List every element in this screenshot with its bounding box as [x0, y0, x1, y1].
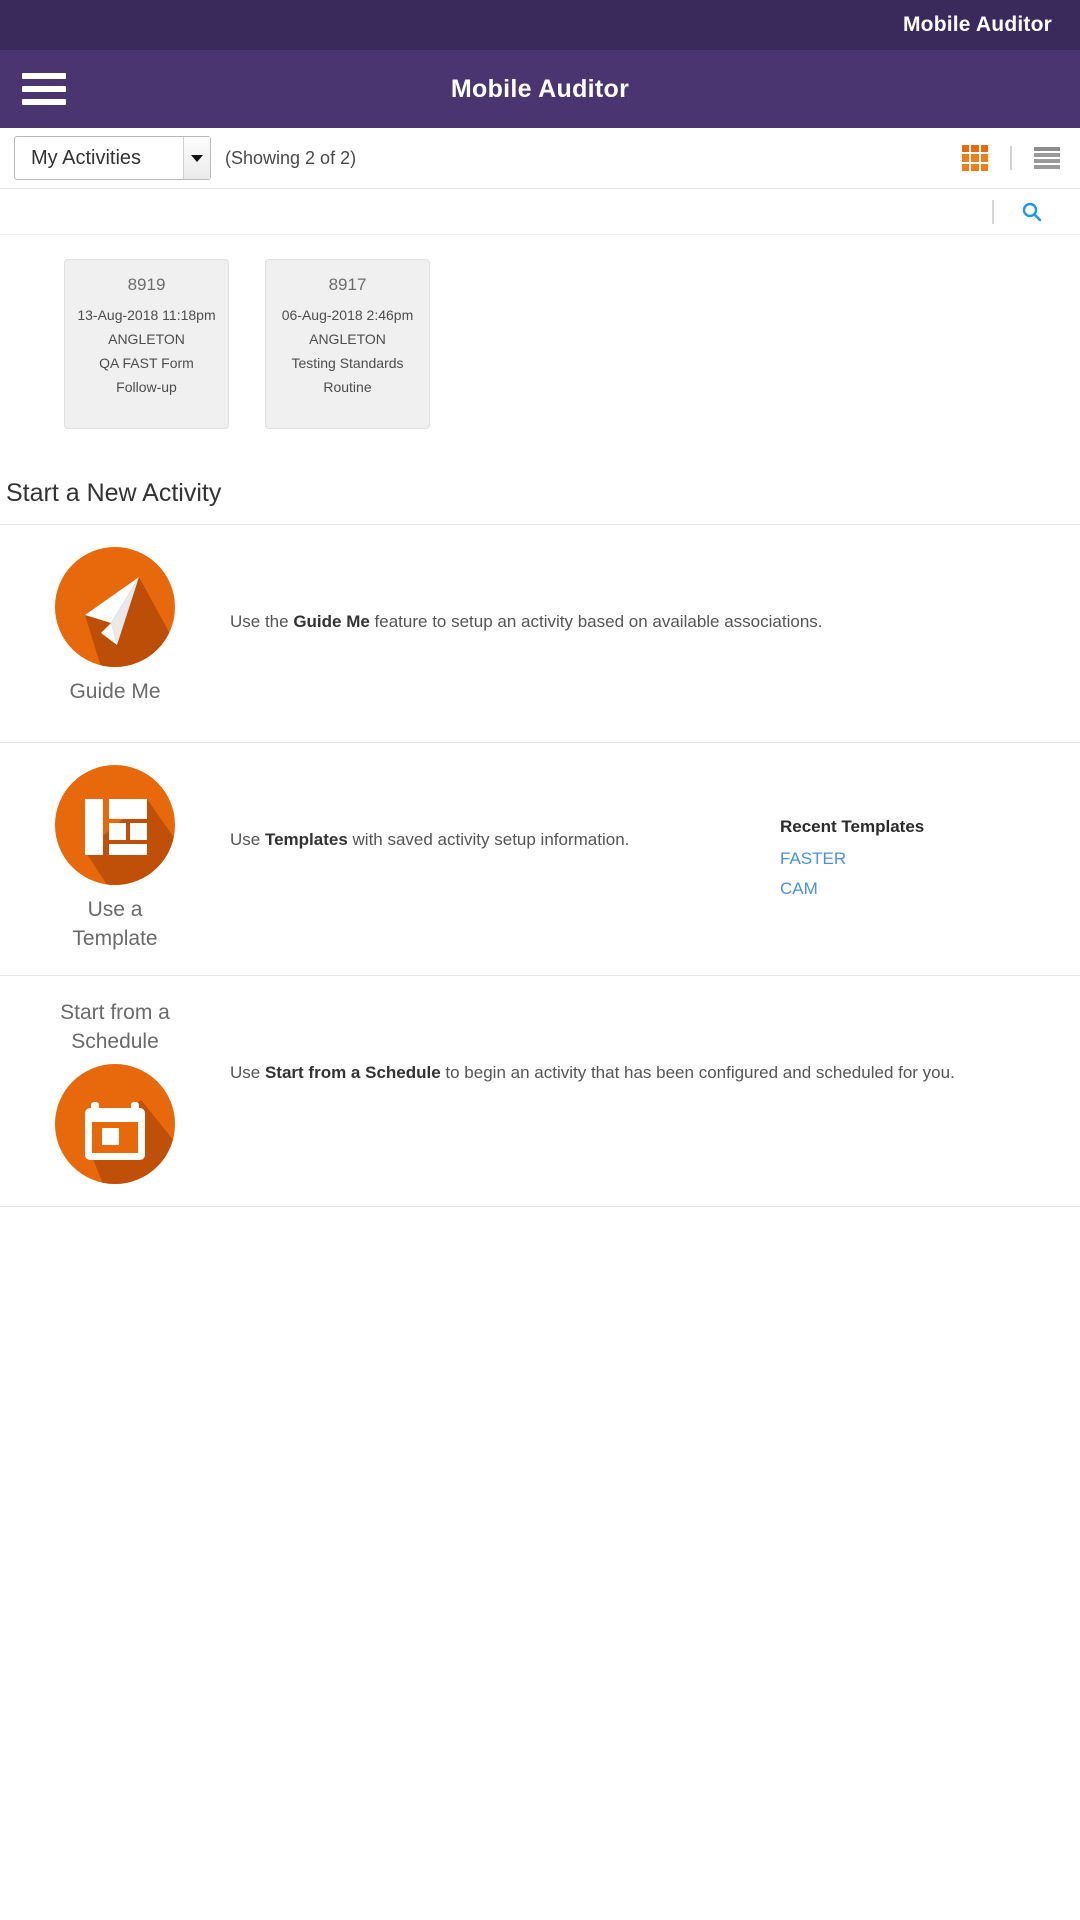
activity-card[interactable]: 8919 13-Aug-2018 11:18pm ANGLETON QA FAS… [64, 259, 229, 429]
calendar-glyph [85, 1100, 175, 1184]
guide-me-desc-pre: Use the [230, 612, 294, 631]
activity-location: ANGLETON [108, 331, 185, 347]
activity-id: 8919 [127, 275, 166, 294]
page-title: Mobile Auditor [450, 74, 630, 103]
layout-grid-icon[interactable] [55, 765, 175, 885]
activity-type: Routine [323, 379, 372, 395]
paper-plane-icon[interactable] [55, 547, 175, 667]
guide-me-desc-post: feature to setup an activity based on av… [369, 612, 823, 631]
guide-me-desc-bold: Guide Me [293, 612, 370, 631]
activity-id: 8917 [328, 275, 367, 294]
schedule-desc-post: to begin an activity that has been confi… [440, 1063, 955, 1082]
hamburger-icon[interactable] [22, 73, 86, 105]
activity-datetime: 06-Aug-2018 2:46pm [281, 307, 414, 323]
new-activity-section-header: Start a New Activity [0, 465, 1080, 525]
guide-me-description: Use the Guide Me feature to setup an act… [230, 547, 1080, 635]
toolbar-divider [1010, 146, 1012, 170]
template-label-line1: Use a [87, 898, 143, 921]
schedule-icon-col: Start from a Schedule [0, 998, 230, 1184]
showing-count-label: (Showing 2 of 2) [225, 147, 357, 168]
recent-templates-title: Recent Templates [780, 817, 925, 836]
list-view-icon[interactable] [1034, 147, 1060, 169]
recent-templates-panel: Recent Templates FASTER CAM [780, 765, 1080, 904]
search-divider [992, 199, 994, 224]
guide-me-row[interactable]: Guide Me Use the Guide Me feature to set… [0, 525, 1080, 743]
schedule-desc-bold: Start from a Schedule [264, 1063, 441, 1082]
activity-filter-value: My Activities [31, 146, 142, 169]
use-template-row[interactable]: Use a Template Use Templates with saved … [0, 743, 1080, 976]
activity-form: QA FAST Form [99, 355, 194, 371]
calendar-icon[interactable] [55, 1064, 175, 1184]
layout-grid-glyph [85, 799, 175, 885]
top-strip-title: Mobile Auditor [902, 13, 1052, 36]
template-icon-col: Use a Template [0, 765, 230, 953]
activity-form: Testing Standards [291, 355, 404, 371]
section-title: Start a New Activity [6, 479, 222, 507]
schedule-desc-pre: Use [230, 1063, 265, 1082]
filter-toolbar: My Activities (Showing 2 of 2) [0, 128, 1080, 189]
guide-me-label: Guide Me [69, 680, 161, 703]
template-label: Use a Template [72, 895, 157, 953]
hamburger-bar [22, 73, 66, 79]
template-desc-bold: Templates [264, 830, 348, 849]
activity-type: Follow-up [116, 379, 177, 395]
caret-shape [191, 154, 203, 162]
hamburger-bar [22, 86, 66, 92]
search-row [0, 189, 1080, 235]
schedule-label-line1: Start from a [60, 1001, 170, 1024]
activity-card[interactable]: 8917 06-Aug-2018 2:46pm ANGLETON Testing… [265, 259, 430, 429]
start-from-schedule-row[interactable]: Start from a Schedule Use Start from a S… [0, 976, 1080, 1207]
activity-filter-select[interactable]: My Activities [14, 136, 211, 180]
activity-location: ANGLETON [309, 331, 386, 347]
search-glyph [1022, 202, 1042, 221]
view-toggle-group [962, 145, 1060, 171]
hamburger-bar [22, 99, 66, 105]
activity-card-list: 8919 13-Aug-2018 11:18pm ANGLETON QA FAS… [0, 235, 1080, 465]
top-status-strip: Mobile Auditor [0, 0, 1080, 50]
chevron-down-icon[interactable] [183, 137, 210, 179]
template-label-line2: Template [72, 927, 158, 950]
paper-plane-glyph [85, 577, 175, 667]
guide-me-icon-col: Guide Me [0, 547, 230, 706]
app-bar: Mobile Auditor [0, 50, 1080, 128]
recent-template-link[interactable]: CAM [780, 874, 1080, 904]
schedule-description: Use Start from a Schedule to begin an ac… [230, 998, 1080, 1086]
template-desc-pre: Use [230, 830, 265, 849]
activity-datetime: 13-Aug-2018 11:18pm [77, 307, 216, 323]
recent-template-link[interactable]: FASTER [780, 844, 1080, 874]
template-description: Use Templates with saved activity setup … [230, 765, 780, 853]
schedule-label: Start from a Schedule [60, 998, 170, 1056]
schedule-label-line2: Schedule [71, 1030, 159, 1053]
grid-view-icon[interactable] [962, 145, 988, 171]
search-icon[interactable] [1018, 198, 1046, 226]
template-desc-post: with saved activity setup information. [347, 830, 630, 849]
